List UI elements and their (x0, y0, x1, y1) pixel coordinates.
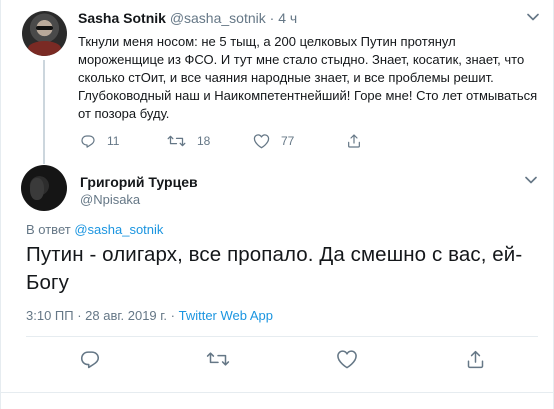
reply-icon (81, 135, 95, 148)
tweet-text: Путин - олигарх, все пропало. Да смешно … (26, 243, 523, 294)
source-app-link[interactable]: Twitter Web App (179, 308, 273, 323)
divider (1, 392, 553, 393)
tweet-meta: 3:10 ПП · 28 авг. 2019 г. · Twitter Web … (26, 307, 273, 325)
tweet-timestamp[interactable]: 3:10 ПП · 28 авг. 2019 г. · (26, 308, 179, 323)
header-separator: · (269, 10, 275, 26)
reply-prefix: В ответ (26, 222, 71, 237)
tweet-header: Sasha Sotnik @sasha_sotnik · 4 ч (78, 9, 297, 27)
retweet-button[interactable] (205, 346, 231, 372)
author-handle[interactable]: @Npisaka (80, 191, 140, 209)
tweet-thread: Sasha Sotnik @sasha_sotnik · 4 ч Ткнули … (0, 0, 554, 409)
share-icon (467, 350, 483, 368)
reply-action[interactable]: 11 (80, 132, 119, 150)
thread-line (43, 60, 45, 164)
retweet-icon (206, 352, 230, 366)
like-button[interactable] (334, 346, 360, 372)
author-name[interactable]: Григорий Турцев (80, 173, 198, 191)
parent-tweet[interactable]: Sasha Sotnik @sasha_sotnik · 4 ч Ткнули … (1, 0, 553, 164)
author-name[interactable]: Sasha Sotnik (78, 10, 166, 26)
avatar-shade (30, 178, 44, 200)
tweet-text: Ткнули меня носом: не 5 тыщ, а 200 целко… (78, 34, 538, 121)
tweet-time[interactable]: 4 ч (278, 10, 297, 26)
share-button[interactable] (462, 346, 488, 372)
like-action[interactable]: 77 (253, 132, 294, 150)
reply-to-link[interactable]: @sasha_sotnik (74, 222, 163, 237)
share-action[interactable] (346, 132, 362, 150)
heart-icon (337, 350, 357, 369)
share-icon (348, 134, 360, 148)
chevron-down-icon[interactable] (526, 10, 540, 24)
retweet-action[interactable]: 18 (167, 132, 210, 150)
like-count: 77 (281, 134, 295, 148)
retweet-icon (167, 135, 186, 147)
avatar[interactable] (21, 165, 67, 211)
heart-icon (253, 134, 270, 149)
reply-icon (80, 351, 100, 369)
chevron-down-icon[interactable] (524, 173, 538, 187)
reply-count: 11 (107, 134, 120, 148)
avatar[interactable] (22, 11, 67, 56)
author-handle[interactable]: @sasha_sotnik (170, 10, 266, 26)
avatar-glasses (36, 26, 53, 30)
retweet-count: 18 (197, 134, 211, 148)
avatar-shirt (28, 41, 61, 56)
reply-button[interactable] (77, 346, 103, 372)
reply-context: В ответ @sasha_sotnik (26, 222, 163, 238)
divider (26, 336, 538, 337)
tweet-actions (1, 346, 553, 372)
